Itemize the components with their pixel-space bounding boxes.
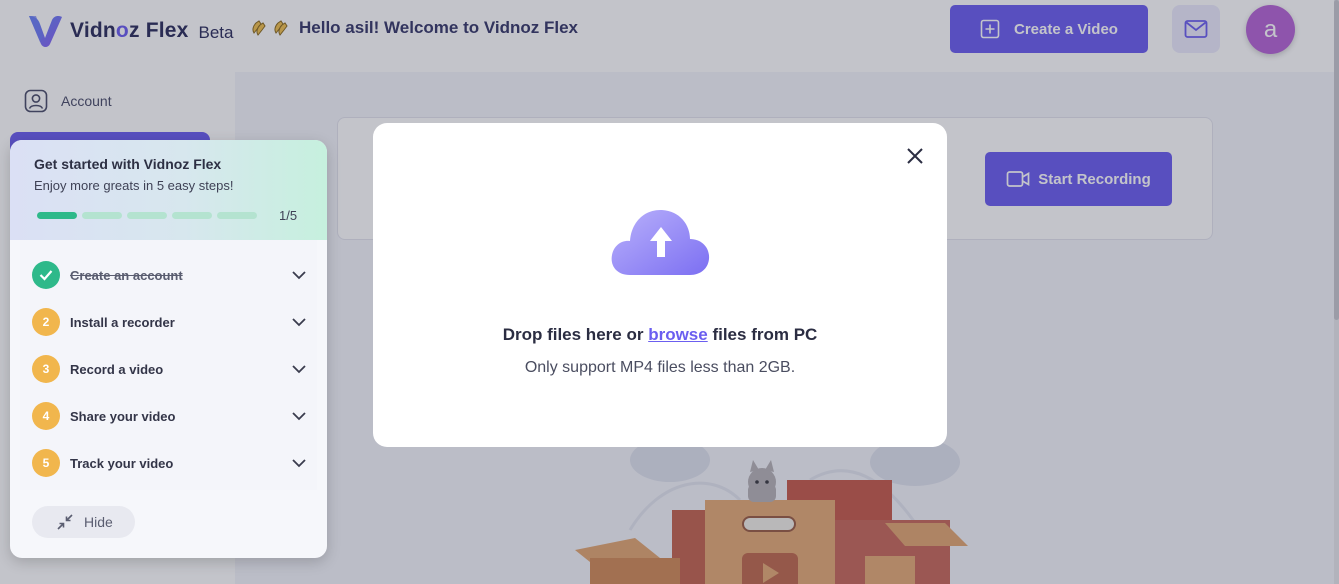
steps-list: Create an account 2 Install a recorder 3… [20, 240, 317, 490]
step-number-badge: 5 [32, 449, 60, 477]
step-check-icon [32, 261, 60, 289]
drop-suffix: files from PC [712, 325, 818, 344]
collapse-arrows-icon [57, 514, 73, 530]
progress-segment [172, 212, 212, 219]
step-label: Create an account [70, 267, 183, 283]
steps-progress-bar [37, 212, 262, 219]
upload-modal: Drop files here or browse files from PC … [373, 123, 947, 447]
close-icon[interactable] [904, 145, 926, 167]
step-create-account[interactable]: Create an account [32, 260, 307, 290]
file-support-note: Only support MP4 files less than 2GB. [524, 359, 796, 376]
cloud-upload-icon[interactable] [608, 205, 712, 279]
chevron-down-icon[interactable] [291, 361, 307, 377]
get-started-subtitle: Enjoy more greats in 5 easy steps! [34, 178, 234, 193]
progress-segment [217, 212, 257, 219]
progress-segment [82, 212, 122, 219]
step-number-badge: 2 [32, 308, 60, 336]
step-record-video[interactable]: 3 Record a video [32, 354, 307, 384]
step-label: Record a video [70, 361, 164, 377]
get-started-panel: Get started with Vidnoz Flex Enjoy more … [10, 140, 327, 558]
chevron-down-icon[interactable] [291, 408, 307, 424]
hide-label: Hide [84, 514, 113, 530]
chevron-down-icon[interactable] [291, 314, 307, 330]
hide-panel-button[interactable]: Hide [32, 506, 135, 538]
drop-prefix: Drop files here or [502, 325, 644, 344]
step-label: Share your video [70, 408, 176, 424]
step-number-badge: 3 [32, 355, 60, 383]
step-share-video[interactable]: 4 Share your video [32, 401, 307, 431]
drop-instructions: Drop files here or browse files from PC [373, 325, 947, 345]
step-number-badge: 4 [32, 402, 60, 430]
get-started-title: Get started with Vidnoz Flex [34, 156, 222, 172]
progress-segment [37, 212, 77, 219]
steps-progress-count: 1/5 [279, 208, 298, 223]
chevron-down-icon[interactable] [291, 267, 307, 283]
step-label: Install a recorder [70, 314, 175, 330]
step-install-recorder[interactable]: 2 Install a recorder [32, 307, 307, 337]
step-track-video[interactable]: 5 Track your video [32, 448, 307, 478]
browse-link[interactable]: browse [648, 325, 708, 344]
step-label: Track your video [70, 455, 174, 471]
progress-segment [127, 212, 167, 219]
chevron-down-icon[interactable] [291, 455, 307, 471]
